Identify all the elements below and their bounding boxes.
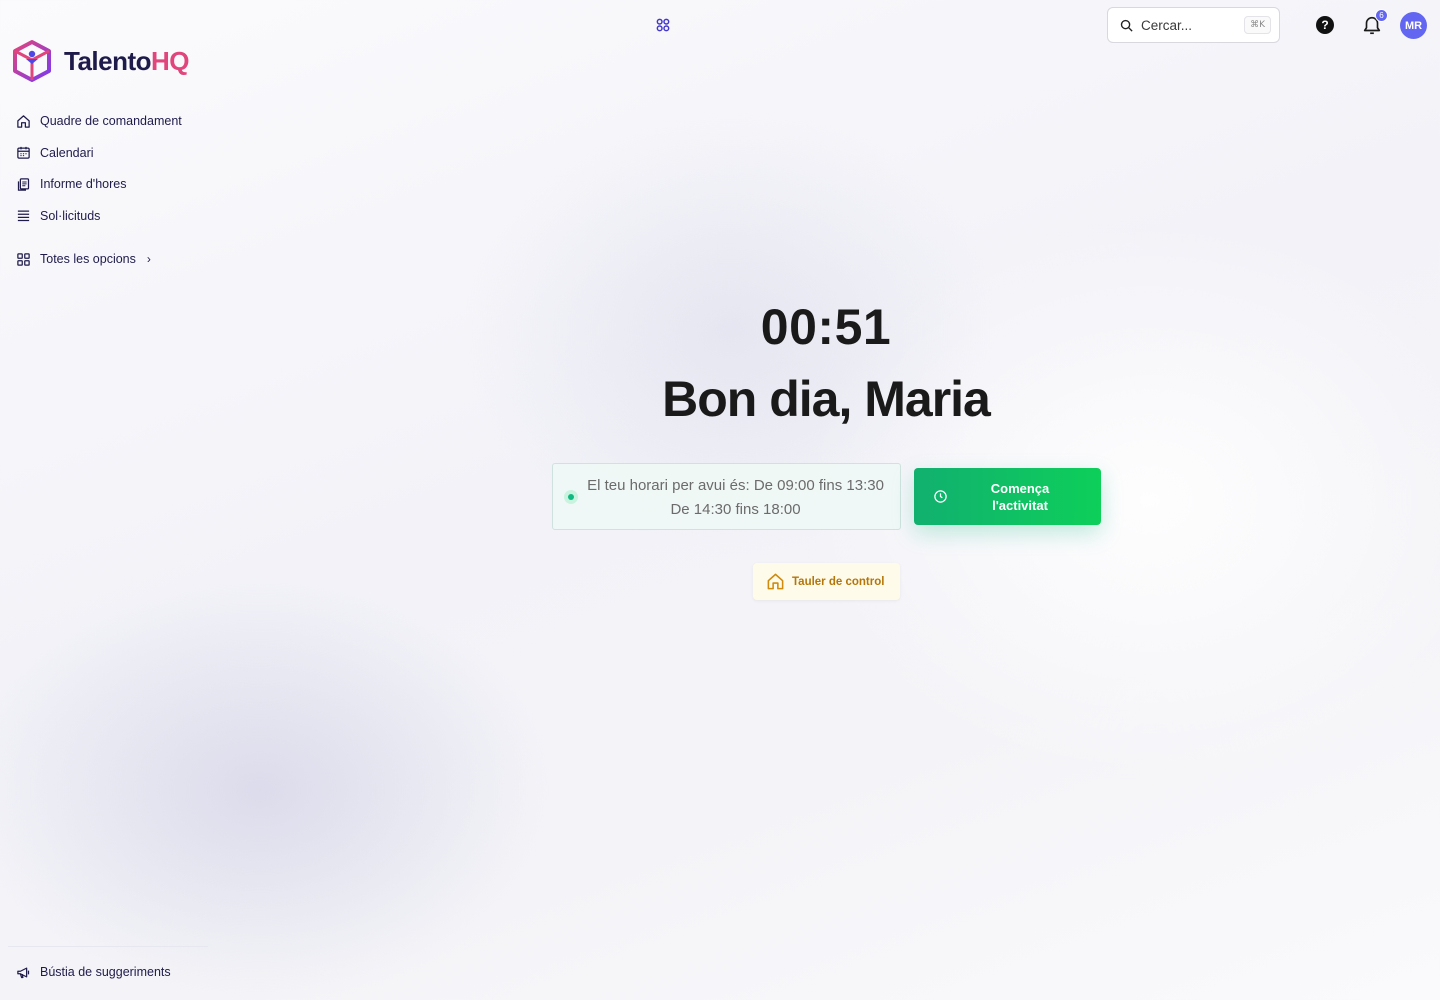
sidebar-item-label: Informe d'hores <box>40 177 127 192</box>
report-icon <box>17 177 30 191</box>
sidebar: TalentoHQ Quadre de comandament Calendar… <box>0 0 210 1000</box>
brand-logo[interactable]: TalentoHQ <box>12 40 190 82</box>
sidebar-item-feedback[interactable]: Bústia de suggeriments <box>16 961 171 983</box>
status-dot-icon <box>564 490 578 504</box>
sidebar-divider <box>8 946 208 947</box>
schedule-line-1: El teu horari per avui és: De 09:00 fins… <box>587 477 884 494</box>
grid-icon <box>17 252 30 266</box>
home-icon <box>767 573 784 590</box>
chevron-right-icon: › <box>146 252 151 266</box>
home-icon <box>17 114 30 128</box>
brand-name: TalentoHQ <box>64 46 190 76</box>
sidebar-item-hours-report[interactable]: Informe d'hores <box>16 173 182 195</box>
calendar-icon <box>17 146 30 159</box>
current-time: 00:51 <box>760 299 892 355</box>
sidebar-item-calendar[interactable]: Calendari <box>16 142 182 164</box>
sidebar-item-label: Totes les opcions <box>40 252 136 266</box>
dashboard-button[interactable]: Tauler de control <box>753 563 900 600</box>
sidebar-item-all-options[interactable]: Totes les opcions › <box>16 248 151 270</box>
sidebar-item-label: Quadre de comandament <box>40 114 182 128</box>
search-icon <box>1120 19 1133 32</box>
megaphone-icon <box>17 967 30 978</box>
sidebar-item-label: Bústia de suggeriments <box>40 965 171 979</box>
start-activity-label: Comença l'activitat <box>990 481 1050 513</box>
logo-cube-icon <box>13 40 51 82</box>
sidebar-item-label: Sol·licituds <box>40 208 101 223</box>
avatar[interactable]: MR <box>1400 12 1427 39</box>
sidebar-nav: Quadre de comandament Calendari Informe … <box>16 110 182 266</box>
start-activity-button[interactable]: Comença l'activitat <box>914 468 1101 525</box>
sidebar-item-label: Calendari <box>40 145 94 160</box>
schedule-line-2: De 14:30 fins 18:00 <box>670 501 801 518</box>
search-input[interactable] <box>1141 17 1241 33</box>
clock-icon <box>934 490 947 503</box>
list-icon <box>17 210 30 222</box>
search-shortcut: ⌘K <box>1244 16 1271 34</box>
search-box[interactable]: ⌘K <box>1107 7 1280 43</box>
apps-grid-icon[interactable] <box>655 17 671 33</box>
dashboard-label: Tauler de control <box>792 575 885 588</box>
greeting-title: Bon dia, Maria <box>662 371 991 427</box>
sidebar-item-dashboard[interactable]: Quadre de comandament <box>16 110 182 132</box>
help-icon[interactable]: ? <box>1316 16 1334 34</box>
sidebar-item-requests[interactable]: Sol·licituds <box>16 205 182 227</box>
notifications-badge: 6 <box>1375 9 1388 22</box>
schedule-card: El teu horari per avui és: De 09:00 fins… <box>552 463 901 530</box>
schedule-text: El teu horari per avui és: De 09:00 fins… <box>579 474 892 522</box>
notifications-button[interactable]: 6 <box>1361 9 1388 36</box>
